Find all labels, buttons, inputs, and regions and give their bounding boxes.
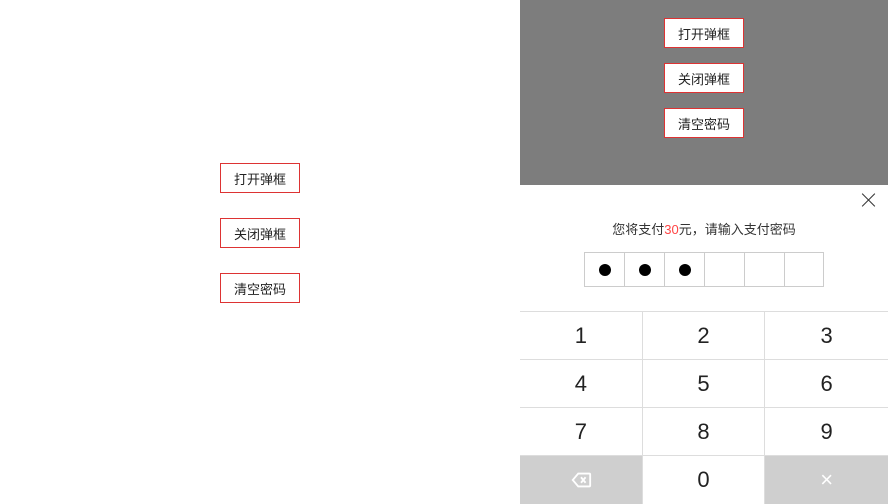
- keypad-key-8[interactable]: 8: [643, 408, 766, 456]
- keypad-key-2[interactable]: 2: [643, 312, 766, 360]
- keypad-key-6[interactable]: 6: [765, 360, 888, 408]
- password-cell: [624, 252, 664, 287]
- keypad-key-3[interactable]: 3: [765, 312, 888, 360]
- close-popup-button-overlay[interactable]: 关闭弹框: [664, 63, 744, 93]
- keypad-key-4[interactable]: 4: [520, 360, 643, 408]
- keypad-key-0[interactable]: 0: [643, 456, 766, 504]
- keypad-key-1[interactable]: 1: [520, 312, 643, 360]
- password-cell: [664, 252, 704, 287]
- keypad-key-9[interactable]: 9: [765, 408, 888, 456]
- prompt-pre: 您将支付: [612, 222, 664, 237]
- close-popup-button[interactable]: 关闭弹框: [220, 218, 300, 248]
- payment-prompt: 您将支付30元，请输入支付密码: [520, 219, 888, 238]
- password-input[interactable]: [520, 252, 888, 287]
- open-popup-button-overlay[interactable]: 打开弹框: [664, 18, 744, 48]
- payment-popup: 您将支付30元，请输入支付密码 1 2 3 4 5 6 7 8 9: [520, 185, 888, 500]
- modal-backdrop: 打开弹框 关闭弹框 清空密码: [520, 0, 888, 185]
- password-dot-icon: [599, 264, 611, 276]
- left-demo-pane: 打开弹框 关闭弹框 清空密码: [0, 0, 520, 500]
- keypad-cancel-button[interactable]: ×: [765, 456, 888, 504]
- password-cell: [704, 252, 744, 287]
- password-cell: [784, 252, 824, 287]
- password-cell: [584, 252, 624, 287]
- prompt-amount: 30: [664, 222, 678, 237]
- close-icon[interactable]: [860, 191, 878, 209]
- right-demo-pane: 打开弹框 关闭弹框 清空密码 您将支付30元，请输入支付密码 1 2 3 4 5…: [520, 0, 888, 500]
- keypad-key-7[interactable]: 7: [520, 408, 643, 456]
- clear-password-button[interactable]: 清空密码: [220, 273, 300, 303]
- keypad-key-5[interactable]: 5: [643, 360, 766, 408]
- x-icon: ×: [820, 467, 833, 493]
- password-cell: [744, 252, 784, 287]
- password-dot-icon: [679, 264, 691, 276]
- number-keypad: 1 2 3 4 5 6 7 8 9 0 ×: [520, 311, 888, 504]
- clear-password-button-overlay[interactable]: 清空密码: [664, 108, 744, 138]
- keypad-delete-button[interactable]: [520, 456, 643, 504]
- popup-header: [520, 185, 888, 213]
- prompt-post: 元，请输入支付密码: [679, 222, 796, 237]
- backspace-icon: [570, 469, 592, 491]
- password-dot-icon: [639, 264, 651, 276]
- open-popup-button[interactable]: 打开弹框: [220, 163, 300, 193]
